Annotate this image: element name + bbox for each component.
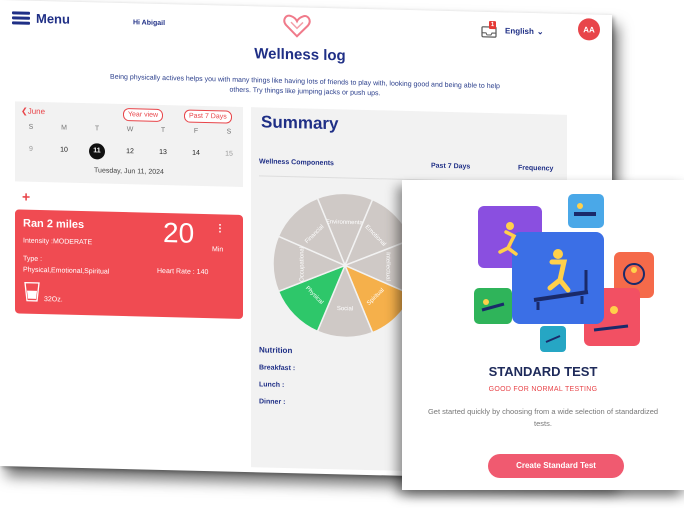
day-name: S [28,123,34,131]
standard-test-card: STANDARD TEST GOOD FOR NORMAL TESTING Ge… [402,180,684,490]
activity-duration-unit: Min [212,246,224,254]
activity-card[interactable]: Ran 2 miles Intensity :MODERATE Type : P… [15,209,243,319]
day-name: M [61,124,67,132]
heart-rate: Heart Rate : 140 [157,267,209,277]
day-name: T [94,125,100,133]
more-options-icon[interactable]: ⋮ [215,223,225,234]
intro-text: Being physically actives helps you with … [110,73,500,98]
prev-month-button[interactable]: ❮June [21,107,45,117]
calendar-day[interactable]: 14 [188,146,204,162]
hamburger-icon [12,11,30,25]
calendar-day-selected[interactable]: 11 [89,143,105,160]
wheel-label-occupational: Occupational [299,247,305,282]
water-intake: 32Oz. [44,296,63,303]
dinner-label: Dinner : [259,398,286,406]
activity-type: Type : Physical,Emotional,Spiritual [23,254,109,278]
language-label: English [505,26,534,37]
notifications-button[interactable]: 1 [481,20,497,43]
summary-title: Summary [261,112,339,134]
breakfast-label: Breakfast : [259,364,296,373]
prev-month-label: June [27,106,46,117]
standard-test-description: Get started quickly by choosing from a w… [427,407,659,428]
day-name: S [226,128,232,136]
wheel-label-environmental: Environmental [326,219,364,226]
chevron-down-icon: ⌄ [536,27,544,37]
water-unit: Oz. [51,296,63,304]
col-header-past7: Past 7 Days [431,162,471,171]
chevron-left-icon: ❮ [21,106,28,116]
day-name: W [126,126,134,134]
water-glass-icon [24,281,40,307]
year-view-button[interactable]: Year view [123,108,164,122]
standard-test-title: STANDARD TEST [488,364,598,379]
activity-title: Ran 2 miles [23,217,85,232]
menu-button[interactable]: Menu [12,10,70,27]
activity-intensity: Intensity :MODERATE [23,237,93,247]
calendar-day[interactable]: 12 [122,144,138,160]
wellness-wheel: EnvironmentalEmotionalIntellectualSpirit… [272,192,418,339]
fitness-illustration [474,194,654,352]
activity-duration: 20 [163,216,195,249]
week-calendar: ❮June Year view Past 7 Days S M T W T F … [15,101,243,187]
day-name: T [160,126,166,135]
calendar-day[interactable]: 15 [221,146,237,162]
water-amount: 32 [44,296,52,304]
create-standard-test-button[interactable]: Create Standard Test [488,454,624,478]
col-header-components: Wellness Components [259,158,334,168]
day-name: F [193,127,199,135]
calendar-day[interactable]: 9 [23,142,39,158]
heart-logo-icon [283,14,311,44]
language-selector[interactable]: English ⌄ [505,26,544,36]
standard-test-subtitle: GOOD FOR NORMAL TESTING [488,386,598,393]
selected-date-label: Tuesday, Jun 11, 2024 [94,167,164,177]
notification-badge: 1 [489,20,496,30]
calendar-day[interactable]: 13 [155,145,171,161]
user-avatar[interactable]: AA [578,18,600,41]
greeting-text: Hi Abigail [133,19,166,28]
menu-label: Menu [36,10,70,27]
nutrition-label: Nutrition [259,345,293,356]
col-header-frequency: Frequency [518,164,554,173]
calendar-day[interactable]: 10 [56,142,72,158]
wheel-label-social: Social [337,306,353,312]
lunch-label: Lunch : [259,381,285,389]
activity-type-value: Physical,Emotional,Spiritual [23,266,110,276]
wheel-label-intellectual: Intellectual [385,252,391,281]
past-7-days-button[interactable]: Past 7 Days [184,109,232,124]
add-activity-button[interactable]: + [22,189,30,205]
